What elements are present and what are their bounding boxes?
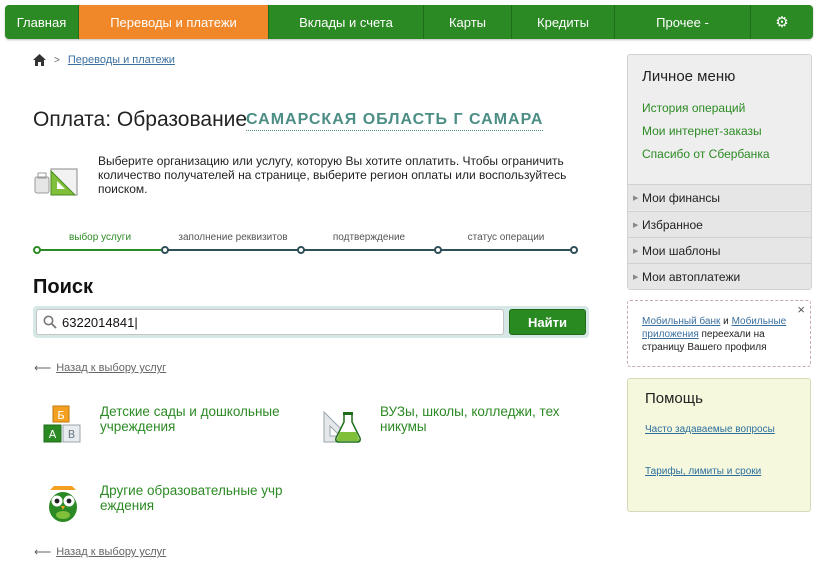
- search-bar: 6322014841 | Найти: [33, 306, 589, 338]
- category-kindergartens[interactable]: Б А В Детские сады и дошкольные учрежден…: [42, 404, 280, 446]
- step-line-complete: [37, 249, 165, 251]
- nav-deposits[interactable]: Вклады и счета: [269, 5, 424, 39]
- nav-other[interactable]: Прочее -: [615, 5, 751, 39]
- help-link-faq[interactable]: Часто задаваемые вопросы: [645, 424, 795, 436]
- back-to-services-link[interactable]: ⟵ Назад к выбору услуг: [34, 361, 166, 375]
- nav-home[interactable]: Главная: [5, 5, 79, 39]
- menu-section-favorites[interactable]: ▶ Избранное: [628, 211, 811, 237]
- menu-section-templates[interactable]: ▶ Мои шаблоны: [628, 237, 811, 263]
- category-label: Другие образовательные учр еждения: [100, 483, 283, 513]
- category-label: ВУЗы, школы, колледжи, тех никумы: [380, 404, 560, 434]
- step-label-select-service: выбор услуги: [68, 232, 132, 243]
- personal-menu-title: Личное меню: [642, 68, 736, 85]
- category-other-institutions[interactable]: Другие образовательные учр еждения: [42, 483, 283, 525]
- owl-icon: [49, 486, 77, 522]
- personal-menu: Личное меню История операций Мои интерне…: [627, 54, 812, 290]
- search-icon: [43, 315, 57, 329]
- page-title: Оплата: Образование: [33, 108, 248, 131]
- step-dot: [33, 246, 41, 254]
- step-dot: [161, 246, 169, 254]
- category-universities-schools[interactable]: ВУЗы, школы, колледжи, тех никумы: [322, 404, 560, 446]
- step-label-confirm: подтверждение: [332, 232, 406, 243]
- category-label: Детские сады и дошкольные учреждения: [100, 404, 280, 434]
- flask-icon: [323, 410, 361, 443]
- chevron-right-icon: >: [54, 54, 60, 66]
- step-line-pending: [165, 249, 575, 251]
- triangle-right-icon: ▶: [633, 248, 639, 255]
- triangle-right-icon: ▶: [633, 222, 639, 229]
- education-icon: [34, 168, 78, 196]
- step-dot: [434, 246, 442, 254]
- nav-transfers[interactable]: Переводы и платежи: [79, 5, 269, 39]
- step-label-fill-details: заполнение реквизитов: [178, 232, 288, 243]
- step-label-status: статус операции: [467, 232, 545, 243]
- abc-blocks-icon: Б А В: [43, 405, 81, 443]
- menu-link-internet-orders[interactable]: Мои интернет-заказы: [642, 124, 762, 138]
- nav-cards[interactable]: Карты: [424, 5, 512, 39]
- home-icon[interactable]: [33, 54, 46, 66]
- menu-section-finances[interactable]: ▶ Мои финансы: [628, 184, 811, 210]
- search-input[interactable]: 6322014841 |: [36, 309, 504, 335]
- moved-notice: × Мобильный банк и Мобильные приложения …: [627, 300, 811, 367]
- triangle-right-icon: ▶: [633, 274, 639, 281]
- gear-icon: ⚙: [775, 14, 789, 31]
- help-title: Помощь: [645, 390, 703, 407]
- intro-text: Выберите организацию или услугу, которую…: [98, 154, 567, 196]
- svg-text:А: А: [49, 428, 57, 441]
- help-panel: Помощь Часто задаваемые вопросы Тарифы, …: [627, 378, 811, 512]
- nav-credits[interactable]: Кредиты: [512, 5, 615, 39]
- top-navigation: Главная Переводы и платежи Вклады и счет…: [5, 5, 813, 39]
- arrow-left-icon: ⟵: [34, 361, 52, 375]
- region-selector[interactable]: САМАРСКАЯ ОБЛАСТЬ Г САМАРА: [246, 111, 544, 131]
- menu-link-history[interactable]: История операций: [642, 101, 745, 115]
- progress-steps: выбор услуги заполнение реквизитов подтв…: [33, 232, 581, 258]
- arrow-left-icon: ⟵: [34, 545, 52, 559]
- mobile-bank-link[interactable]: Мобильный банк: [642, 316, 720, 327]
- search-heading: Поиск: [33, 276, 94, 298]
- svg-text:В: В: [68, 428, 76, 441]
- svg-text:Б: Б: [57, 409, 65, 422]
- back-to-services-link[interactable]: ⟵ Назад к выбору услуг: [34, 545, 166, 559]
- notice-text: Мобильный банк и Мобильные приложения пе…: [642, 316, 787, 353]
- step-dot: [570, 246, 578, 254]
- breadcrumb: > Переводы и платежи: [33, 54, 175, 66]
- step-dot: [297, 246, 305, 254]
- search-button[interactable]: Найти: [509, 309, 586, 335]
- menu-section-autopayments[interactable]: ▶ Мои автоплатежи: [628, 263, 811, 289]
- search-input-value: 6322014841: [62, 314, 135, 330]
- triangle-right-icon: ▶: [633, 195, 639, 202]
- breadcrumb-link-transfers[interactable]: Переводы и платежи: [68, 54, 175, 66]
- menu-link-spasibo[interactable]: Спасибо от Сбербанка: [642, 147, 770, 161]
- help-link-tariffs[interactable]: Тарифы, лимиты и сроки: [645, 466, 795, 478]
- settings-button[interactable]: ⚙: [751, 5, 813, 39]
